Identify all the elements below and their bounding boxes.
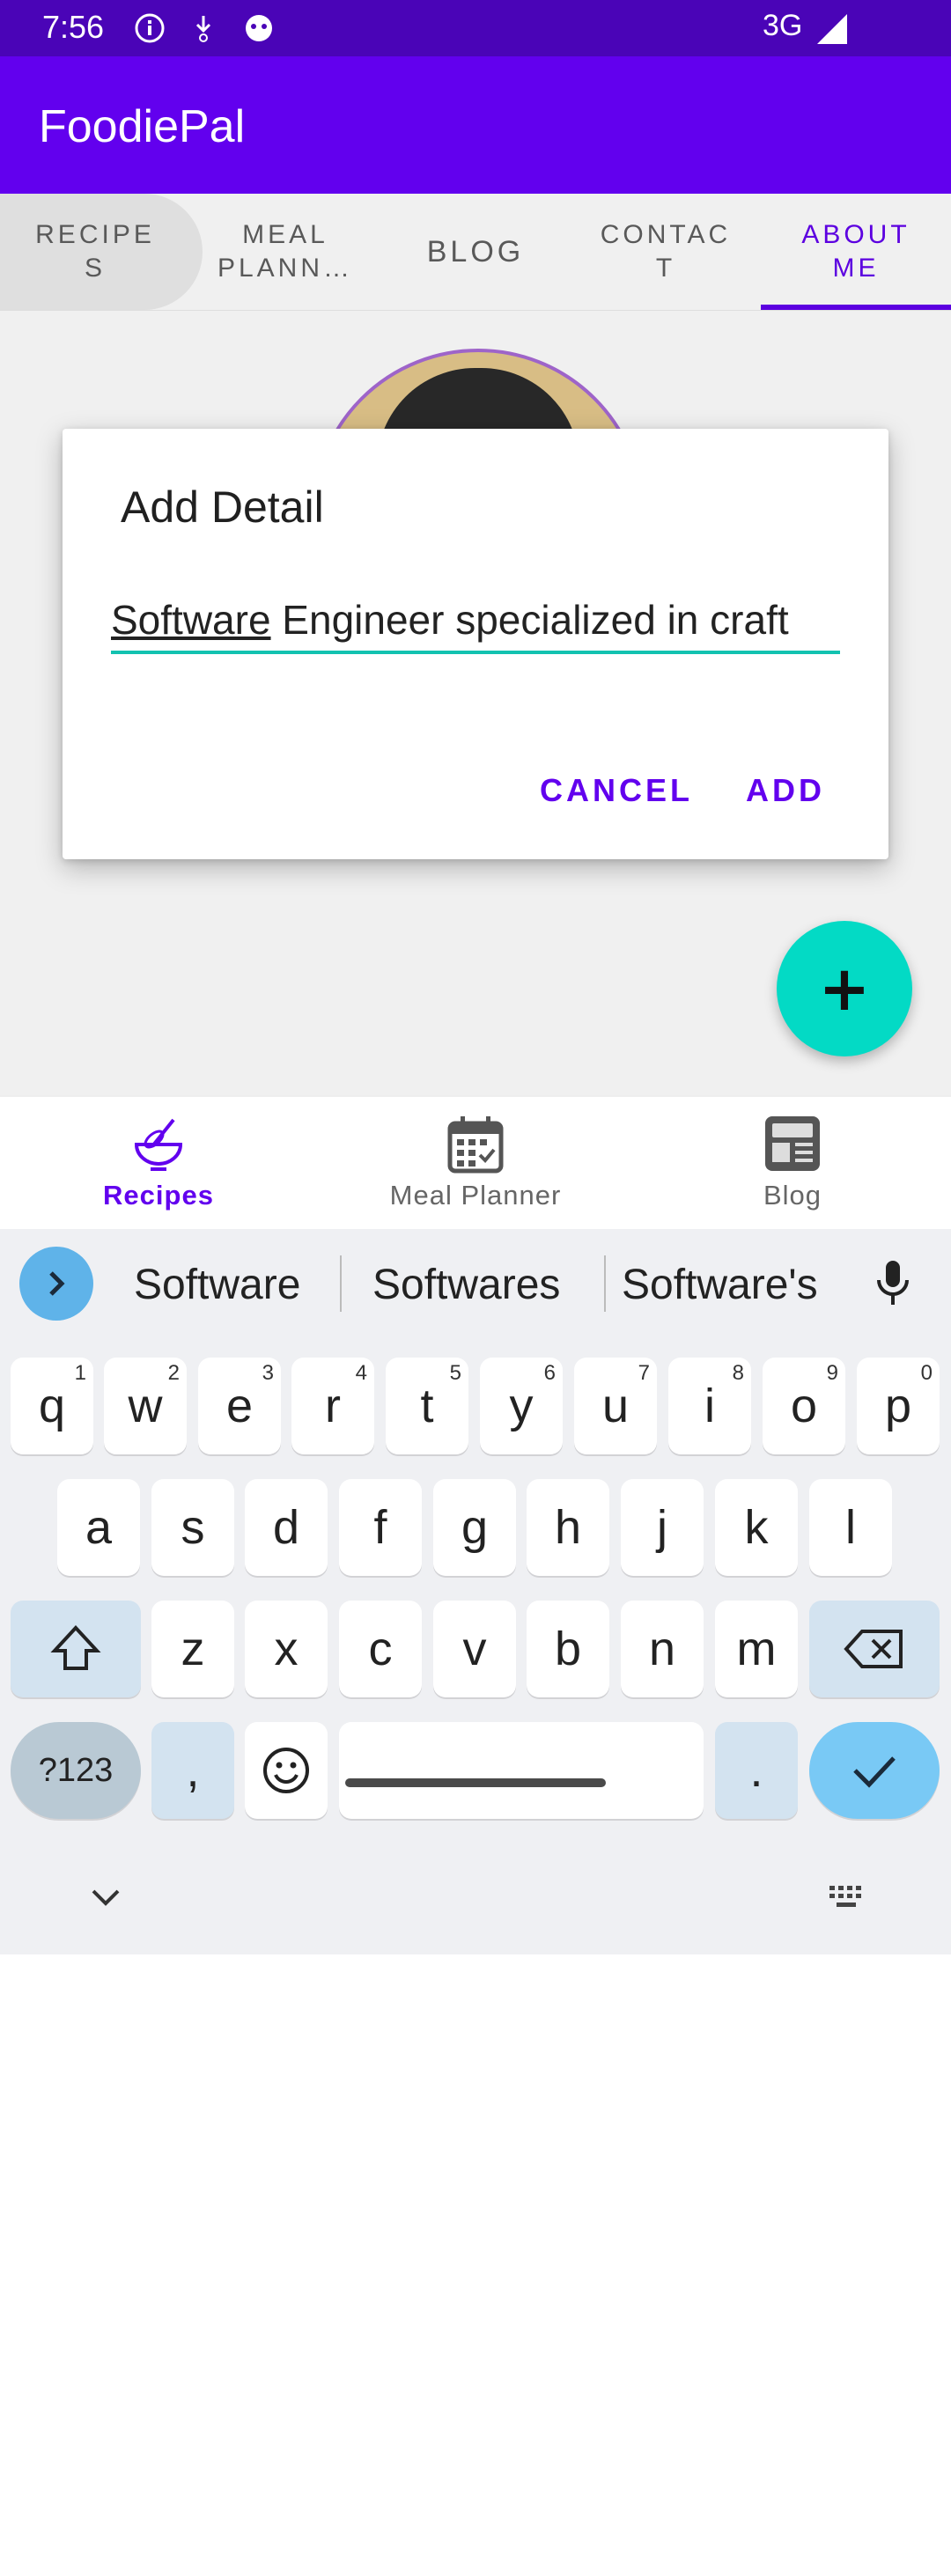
key-a[interactable]: a (57, 1479, 140, 1576)
status-time: 7:56 (42, 9, 105, 45)
home-gesture-bar[interactable] (345, 1778, 606, 1787)
shift-icon (50, 1625, 101, 1670)
key-k[interactable]: k (715, 1479, 798, 1576)
key-j[interactable]: j (621, 1479, 704, 1576)
detail-input[interactable]: Software Engineer specialized in craft (111, 596, 840, 654)
suggestion-strip: Software Softwares Software's (0, 1229, 951, 1338)
key-y[interactable]: y6 (480, 1358, 563, 1454)
key-x[interactable]: x (245, 1601, 328, 1697)
blog-icon (765, 1116, 820, 1171)
symbols-key[interactable]: ?123 (11, 1722, 141, 1819)
app-title: FoodiePal (39, 101, 246, 152)
backspace-icon (844, 1630, 903, 1668)
done-key[interactable] (809, 1722, 940, 1819)
expand-toolbar-button[interactable] (19, 1247, 93, 1321)
bottom-navigation: Recipes Meal Planner Blog (0, 1095, 951, 1231)
add-detail-dialog: Add Detail Software Engineer specialized… (63, 429, 888, 859)
suggestion-1[interactable]: Software (134, 1261, 300, 1309)
nav-blog-label: Blog (763, 1180, 822, 1211)
add-fab[interactable]: + (777, 921, 912, 1056)
dialog-title: Add Detail (121, 482, 324, 532)
microphone-icon[interactable] (872, 1257, 914, 1310)
key-r[interactable]: r4 (291, 1358, 374, 1454)
composing-word: Software (111, 597, 271, 643)
nav-recipes[interactable]: Recipes (0, 1097, 317, 1231)
nav-blog[interactable]: Blog (634, 1097, 951, 1231)
emoji-icon (263, 1748, 309, 1793)
collapse-keyboard-icon[interactable] (88, 1884, 123, 1910)
add-button[interactable]: ADD (746, 772, 825, 809)
key-b[interactable]: b (527, 1601, 609, 1697)
key-g[interactable]: g (433, 1479, 516, 1576)
app-bar: FoodiePal (0, 56, 951, 194)
key-h[interactable]: h (527, 1479, 609, 1576)
key-p[interactable]: p0 (857, 1358, 940, 1454)
key-z[interactable]: z (151, 1601, 234, 1697)
nav-meal-planner[interactable]: Meal Planner (317, 1097, 634, 1231)
cancel-button[interactable]: CANCEL (540, 772, 693, 809)
key-d[interactable]: d (245, 1479, 328, 1576)
whisk-bowl-icon (134, 1118, 183, 1171)
download-icon (195, 16, 211, 42)
key-w[interactable]: w2 (104, 1358, 187, 1454)
backspace-key[interactable] (809, 1601, 940, 1697)
key-m[interactable]: m (715, 1601, 798, 1697)
key-e[interactable]: e3 (198, 1358, 281, 1454)
shift-key[interactable] (11, 1601, 141, 1697)
key-c[interactable]: c (339, 1601, 422, 1697)
key-s[interactable]: s (151, 1479, 234, 1576)
key-i[interactable]: i8 (668, 1358, 751, 1454)
keyboard-switch-icon[interactable] (828, 1884, 868, 1912)
key-n[interactable]: n (621, 1601, 704, 1697)
emoji-key[interactable] (245, 1722, 328, 1819)
key-o[interactable]: o9 (763, 1358, 845, 1454)
key-v[interactable]: v (433, 1601, 516, 1697)
key-q[interactable]: q1 (11, 1358, 93, 1454)
key-t[interactable]: t5 (386, 1358, 468, 1454)
status-bar: 7:56 3G (0, 0, 951, 56)
key-l[interactable]: l (809, 1479, 892, 1576)
key-u[interactable]: u7 (574, 1358, 657, 1454)
network-type: 3G (763, 9, 803, 42)
hide-keyboard-icon[interactable] (88, 2550, 123, 2576)
nav-recipes-label: Recipes (103, 1180, 214, 1211)
suggestion-3[interactable]: Software's (622, 1261, 818, 1309)
spacebar[interactable] (339, 1722, 704, 1819)
checkmark-icon (853, 1756, 896, 1788)
input-text: Engineer specialized in craft (270, 597, 789, 643)
suggestion-2[interactable]: Softwares (372, 1261, 560, 1309)
android-debug-icon (246, 15, 272, 41)
calendar-icon (447, 1116, 504, 1174)
chevron-right-icon (49, 1271, 65, 1296)
soft-keyboard: Software Softwares Software's q1 w2 e3 r… (0, 1229, 951, 1954)
nav-meal-planner-label: Meal Planner (389, 1180, 562, 1211)
info-icon (135, 13, 165, 43)
period-key[interactable]: . (715, 1722, 798, 1819)
comma-key[interactable]: , (151, 1722, 234, 1819)
signal-icon (817, 14, 847, 44)
key-f[interactable]: f (339, 1479, 422, 1576)
